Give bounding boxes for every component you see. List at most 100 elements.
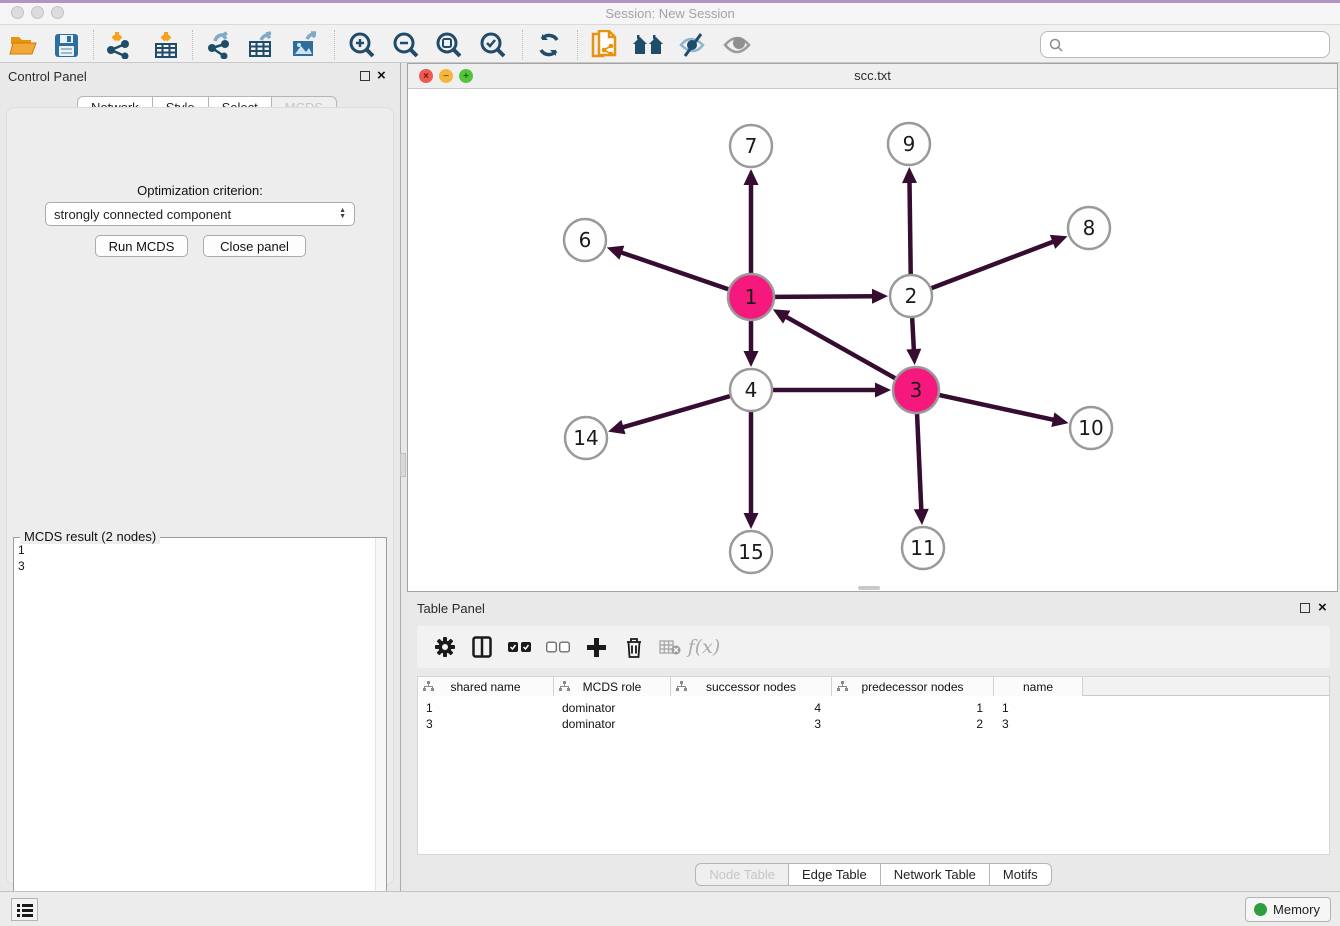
criterion-dropdown-value: strongly connected component [54,207,339,222]
hide-selected-icon[interactable] [676,31,708,59]
column-header-successor-nodes[interactable]: successor nodes [671,677,832,696]
table-panel: Table Panel × [407,595,1340,891]
graph-edge-arrowhead [872,289,888,304]
toolbar-separator [192,30,193,60]
search-box[interactable] [1040,31,1330,58]
select-all-checkboxes-icon[interactable] [505,633,535,661]
gear-icon[interactable] [430,633,460,661]
add-row-icon[interactable] [581,633,611,661]
mcds-result-item: 3 [18,558,25,574]
graph-node-label: 7 [745,134,758,158]
graph-edge-3-11[interactable] [917,414,921,512]
application-window: Session: New Session [0,0,1340,926]
table-tabs: Node Table Edge Table Network Table Moti… [407,863,1340,886]
tab-motifs[interactable]: Motifs [990,863,1052,886]
cell-mcds-role: dominator [562,716,667,732]
graph-edge-arrowhead [1051,412,1068,427]
zoom-selected-icon[interactable] [477,31,509,59]
close-panel-icon[interactable]: × [377,67,386,84]
function-builder-icon[interactable]: f(x) [689,633,719,661]
graph-edge-arrowhead [744,513,759,529]
tab-edge-table[interactable]: Edge Table [789,863,881,886]
network-view-window: × − + scc.txt 7968124314101511 [407,63,1338,592]
cell-predecessor-nodes: 2 [832,716,983,732]
control-panel: Control Panel × Network Style Select MCD… [0,63,401,891]
table-header: shared name MCDS role successor nodes pr… [418,677,1329,696]
graph-edge-arrowhead [744,169,759,185]
delete-table-icon[interactable] [655,633,685,661]
graph-edge-3-10[interactable] [939,395,1055,420]
mcds-result-item: 1 [18,542,25,558]
cell-successor-nodes: 4 [671,700,821,716]
table-row[interactable]: 3 dominator 3 2 3 [418,716,1329,732]
export-network-icon[interactable] [203,31,235,59]
window-titlebar: Session: New Session [0,3,1340,24]
cell-mcds-role: dominator [562,700,667,716]
import-table-icon[interactable] [150,31,182,59]
cell-successor-nodes: 3 [671,716,821,732]
toolbar-separator [577,30,578,60]
column-header-predecessor-nodes[interactable]: predecessor nodes [832,677,994,696]
network-window-title: scc.txt [408,68,1337,83]
open-file-icon[interactable] [7,31,39,59]
column-header-name[interactable]: name [994,677,1083,696]
memory-button[interactable]: Memory [1245,897,1331,922]
search-input[interactable] [1068,37,1329,52]
tree-icon [423,681,434,692]
memory-label: Memory [1273,902,1320,917]
zoom-in-icon[interactable] [346,31,378,59]
table-toolbar: f(x) [417,626,1330,668]
export-image-icon[interactable] [290,31,322,59]
float-table-panel-icon[interactable] [1300,603,1310,613]
graph-edge-2-3[interactable] [912,318,914,352]
graph-edge-1-2[interactable] [775,296,875,297]
graph-node-label: 10 [1078,416,1103,440]
graph-edge-1-6[interactable] [619,252,728,290]
criterion-dropdown[interactable]: strongly connected component ▲▼ [45,202,355,226]
graph-node-label: 6 [579,228,592,252]
graph-edge-3-1[interactable] [784,316,895,379]
tab-node-table[interactable]: Node Table [695,863,789,886]
delete-row-icon[interactable] [619,633,649,661]
save-session-icon[interactable] [50,31,82,59]
zoom-fit-icon[interactable] [433,31,465,59]
show-all-icon[interactable] [721,31,753,59]
task-history-button[interactable] [11,898,38,921]
close-panel-button[interactable]: Close panel [203,235,306,257]
tab-network-table[interactable]: Network Table [881,863,990,886]
deselect-all-checkboxes-icon[interactable] [543,633,573,661]
graph-edge-2-9[interactable] [909,180,910,274]
graph-node-label: 15 [738,540,763,564]
control-panel-title: Control Panel [8,69,87,84]
result-scrollbar[interactable] [375,538,386,918]
graph-node-label: 4 [745,378,758,402]
table-panel-title: Table Panel [417,601,485,616]
first-neighbors-icon[interactable] [632,31,664,59]
split-divider-grip[interactable] [400,453,406,477]
network-canvas[interactable]: 7968124314101511 [408,89,1337,591]
columns-icon[interactable] [467,633,497,661]
graph-node-label: 8 [1083,216,1096,240]
column-header-shared-name[interactable]: shared name [418,677,554,696]
graph-node-label: 9 [903,132,916,156]
float-panel-icon[interactable] [360,71,370,81]
new-network-from-selection-icon[interactable] [588,31,620,59]
window-title: Session: New Session [0,6,1340,21]
mcds-result-list: 1 3 [18,542,25,574]
export-table-icon[interactable] [246,31,278,59]
graph-edge-arrowhead [744,351,759,367]
graph-node-label: 2 [905,284,918,308]
import-network-icon[interactable] [103,31,135,59]
search-icon [1049,38,1063,52]
close-table-panel-icon[interactable]: × [1318,599,1327,616]
network-graph: 7968124314101511 [408,89,1337,591]
run-mcds-button[interactable]: Run MCDS [95,235,188,257]
zoom-out-icon[interactable] [390,31,422,59]
column-header-mcds-role[interactable]: MCDS role [554,677,671,696]
status-bar: Memory [0,891,1340,926]
refresh-view-icon[interactable] [533,31,565,59]
graph-edge-4-14[interactable] [621,396,730,428]
graph-edge-2-8[interactable] [932,241,1056,288]
table-row[interactable]: 1 dominator 4 1 1 [418,700,1329,716]
canvas-horizontal-scrollbar[interactable] [858,586,880,590]
